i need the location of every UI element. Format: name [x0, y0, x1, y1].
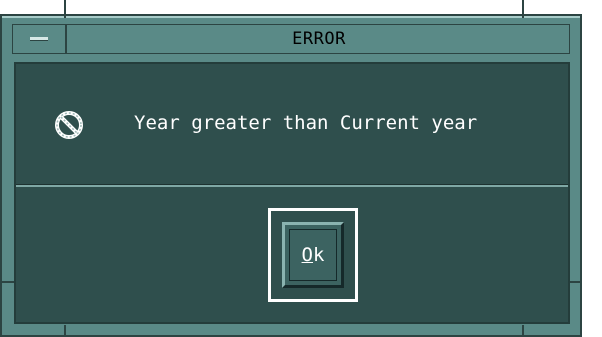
ok-button-face: Ok	[289, 229, 337, 281]
separator	[16, 184, 568, 187]
error-message: Year greater than Current year	[134, 112, 478, 134]
message-area: Year greater than Current year	[16, 64, 568, 184]
title-bar[interactable]: ERROR	[12, 24, 570, 54]
dialog-body: Year greater than Current year Ok	[14, 62, 570, 324]
ok-button[interactable]: Ok	[282, 222, 344, 288]
frame-resize-handle-bottom-left[interactable]	[64, 325, 66, 337]
frame-highlight	[2, 16, 580, 18]
ok-button-label-rest: k	[313, 244, 325, 266]
no-entry-icon	[55, 111, 83, 139]
window-menu-icon	[30, 37, 48, 41]
window-title: ERROR	[292, 29, 346, 49]
frame-resize-handle-top-left[interactable]	[64, 0, 66, 18]
frame-resize-handle-right[interactable]	[568, 281, 582, 283]
frame-resize-handle-bottom-right[interactable]	[522, 325, 524, 337]
ok-button-mnemonic: O	[301, 244, 313, 266]
default-button-ring: Ok	[268, 208, 358, 302]
frame-resize-handle-left[interactable]	[0, 281, 14, 283]
frame-resize-handle-top-right[interactable]	[522, 0, 524, 18]
window-menu-button[interactable]	[13, 25, 67, 53]
error-dialog-window: ERROR Year greater than Current year Ok	[0, 0, 582, 337]
